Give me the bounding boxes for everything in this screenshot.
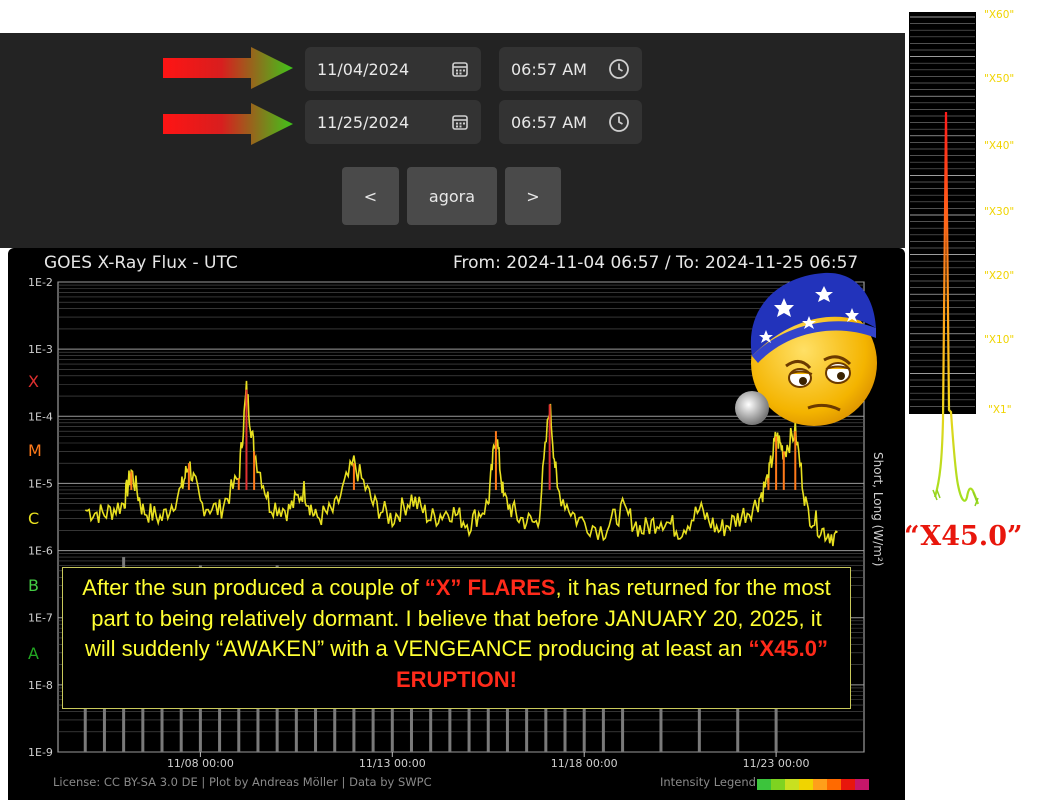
projection-scale-label: "X1" bbox=[988, 404, 1012, 416]
projection-scale-label: "X60" bbox=[984, 9, 1015, 21]
projected-x45-flare-curve bbox=[933, 111, 980, 505]
projection-scale-label: "X30" bbox=[984, 206, 1015, 218]
x45-headline: “X45.0” bbox=[904, 521, 1023, 552]
projection-scale-label: "X10" bbox=[984, 334, 1015, 346]
projection-scale-label: "X40" bbox=[984, 140, 1015, 152]
projection-scale-label: "X20" bbox=[984, 270, 1015, 282]
projection-chart bbox=[910, 16, 980, 507]
projection-scale-label: "X50" bbox=[984, 73, 1015, 85]
